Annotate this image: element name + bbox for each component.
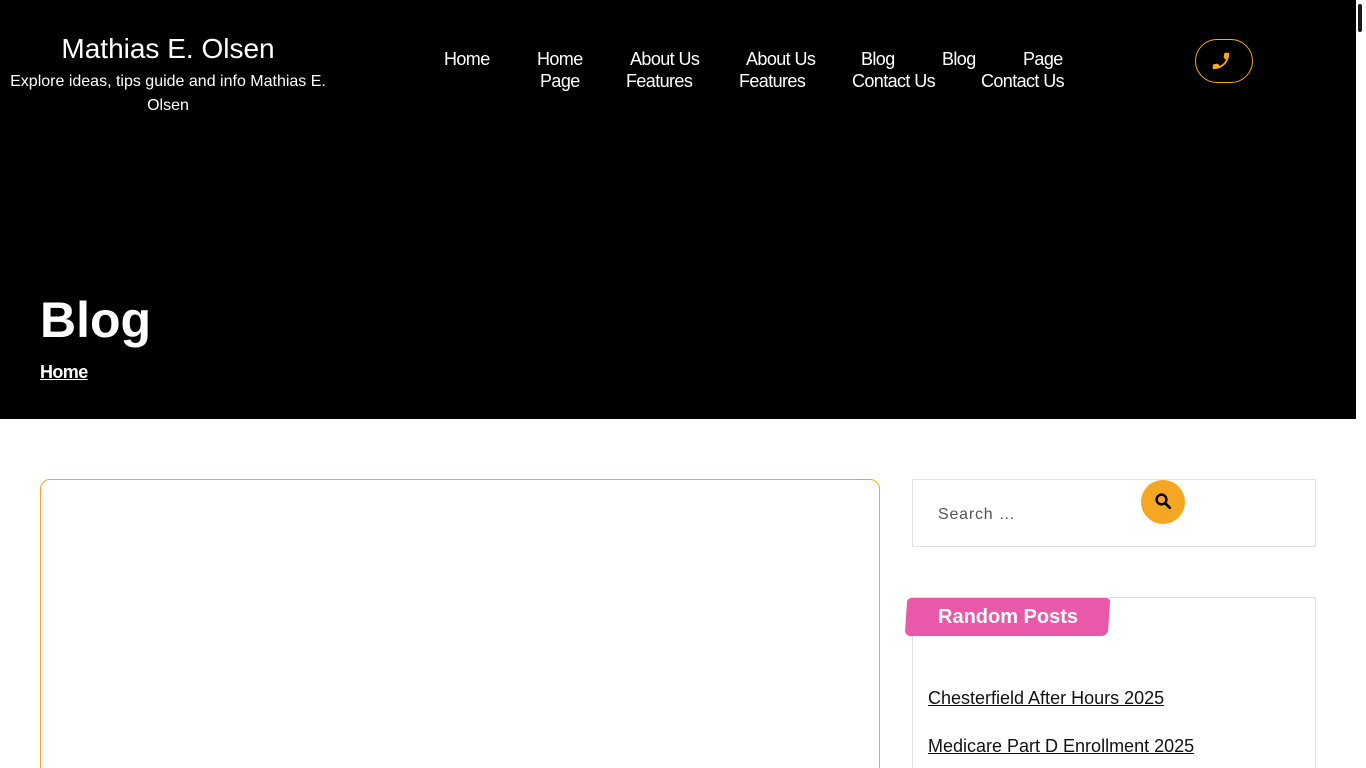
nav-item-page-contact-line2[interactable]: Contact Us bbox=[981, 70, 1065, 92]
nav-item-blog[interactable]: Blog bbox=[861, 48, 895, 70]
random-posts-list: Chesterfield After Hours 2025 Medicare P… bbox=[928, 688, 1194, 768]
nav-item-blog-contact[interactable]: Blog bbox=[942, 48, 976, 70]
list-item: Chesterfield After Hours 2025 bbox=[928, 688, 1194, 709]
phone-icon bbox=[1210, 50, 1232, 72]
page-header-banner: Mathias E. Olsen Explore ideas, tips gui… bbox=[0, 0, 1356, 419]
nav-item-home-page[interactable]: Home bbox=[537, 48, 583, 70]
random-posts-heading: Random Posts bbox=[904, 598, 1111, 636]
search-input[interactable] bbox=[925, 496, 1135, 534]
scrollbar[interactable] bbox=[1356, 0, 1366, 768]
nav-item-page[interactable]: Page bbox=[1023, 48, 1063, 70]
main-navigation: Home Home About Us About Us Blog Blog Pa… bbox=[420, 48, 1080, 92]
nav-row-1: Home Home About Us About Us Blog Blog Pa… bbox=[420, 48, 1080, 70]
site-tagline: Explore ideas, tips guide and info Mathi… bbox=[10, 73, 326, 114]
search-button[interactable] bbox=[1141, 480, 1185, 524]
nav-row-2: Page Features Features Contact Us Contac… bbox=[420, 70, 1080, 92]
nav-item-home[interactable]: Home bbox=[444, 48, 490, 70]
search-widget bbox=[912, 479, 1316, 547]
random-posts-title: Random Posts bbox=[938, 606, 1079, 628]
site-branding: Mathias E. Olsen Explore ideas, tips gui… bbox=[0, 32, 336, 118]
list-item: Medicare Part D Enrollment 2025 bbox=[928, 736, 1194, 757]
post-card bbox=[40, 479, 880, 768]
nav-item-about-us-line2[interactable]: Features bbox=[626, 70, 693, 92]
page-title: Blog bbox=[40, 292, 152, 348]
search-icon bbox=[1154, 492, 1172, 513]
random-post-link[interactable]: Chesterfield After Hours 2025 bbox=[928, 688, 1164, 708]
phone-button[interactable] bbox=[1195, 39, 1253, 83]
scrollbar-thumb[interactable] bbox=[1358, 4, 1362, 32]
nav-item-about-us[interactable]: About Us bbox=[630, 48, 700, 70]
nav-item-about-us-features-line2[interactable]: Features bbox=[739, 70, 806, 92]
site-title[interactable]: Mathias E. Olsen bbox=[0, 32, 336, 66]
nav-item-about-us-features[interactable]: About Us bbox=[746, 48, 816, 70]
breadcrumb-home[interactable]: Home bbox=[40, 362, 88, 383]
nav-item-home-page-line2[interactable]: Page bbox=[540, 70, 580, 92]
random-post-link[interactable]: Medicare Part D Enrollment 2025 bbox=[928, 736, 1194, 756]
nav-item-blog-contact-line2[interactable]: Contact Us bbox=[852, 70, 936, 92]
random-posts-widget: Random Posts Chesterfield After Hours 20… bbox=[904, 597, 1316, 768]
